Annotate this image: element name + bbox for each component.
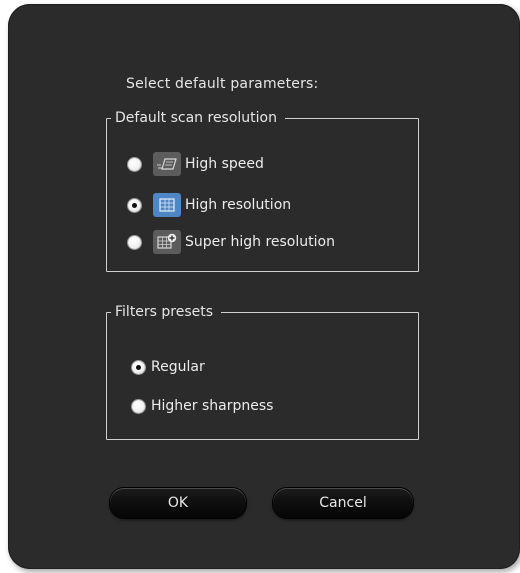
default-parameters-dialog: Select default parameters: <box>8 4 520 569</box>
scan-resolution-legend: Default scan resolution <box>115 110 277 126</box>
super-high-resolution-label: Super high resolution <box>185 234 335 250</box>
option-higher-sharpness[interactable]: Higher sharpness <box>132 398 273 414</box>
super-high-resolution-icon <box>153 230 181 254</box>
high-speed-label: High speed <box>185 156 264 172</box>
option-high-resolution[interactable]: High resolution <box>128 193 291 217</box>
filters-presets-legend: Filters presets <box>115 304 214 320</box>
regular-label: Regular <box>151 359 205 375</box>
higher-sharpness-label: Higher sharpness <box>151 398 274 414</box>
cancel-button[interactable]: Cancel <box>273 488 413 518</box>
high-speed-icon <box>153 152 181 176</box>
higher-sharpness-radio[interactable] <box>132 399 145 413</box>
dialog-title: Select default parameters: <box>126 76 319 92</box>
option-high-speed[interactable]: High speed <box>128 152 264 176</box>
super-high-resolution-radio[interactable] <box>128 235 141 249</box>
ok-button[interactable]: OK <box>110 488 246 518</box>
high-resolution-label: High resolution <box>185 197 292 213</box>
option-super-high-resolution[interactable]: Super high resolution <box>128 230 335 254</box>
high-speed-radio[interactable] <box>128 157 141 171</box>
high-resolution-radio[interactable] <box>128 198 141 212</box>
high-resolution-icon <box>153 193 181 217</box>
regular-radio[interactable] <box>132 360 145 374</box>
option-regular[interactable]: Regular <box>132 359 205 375</box>
